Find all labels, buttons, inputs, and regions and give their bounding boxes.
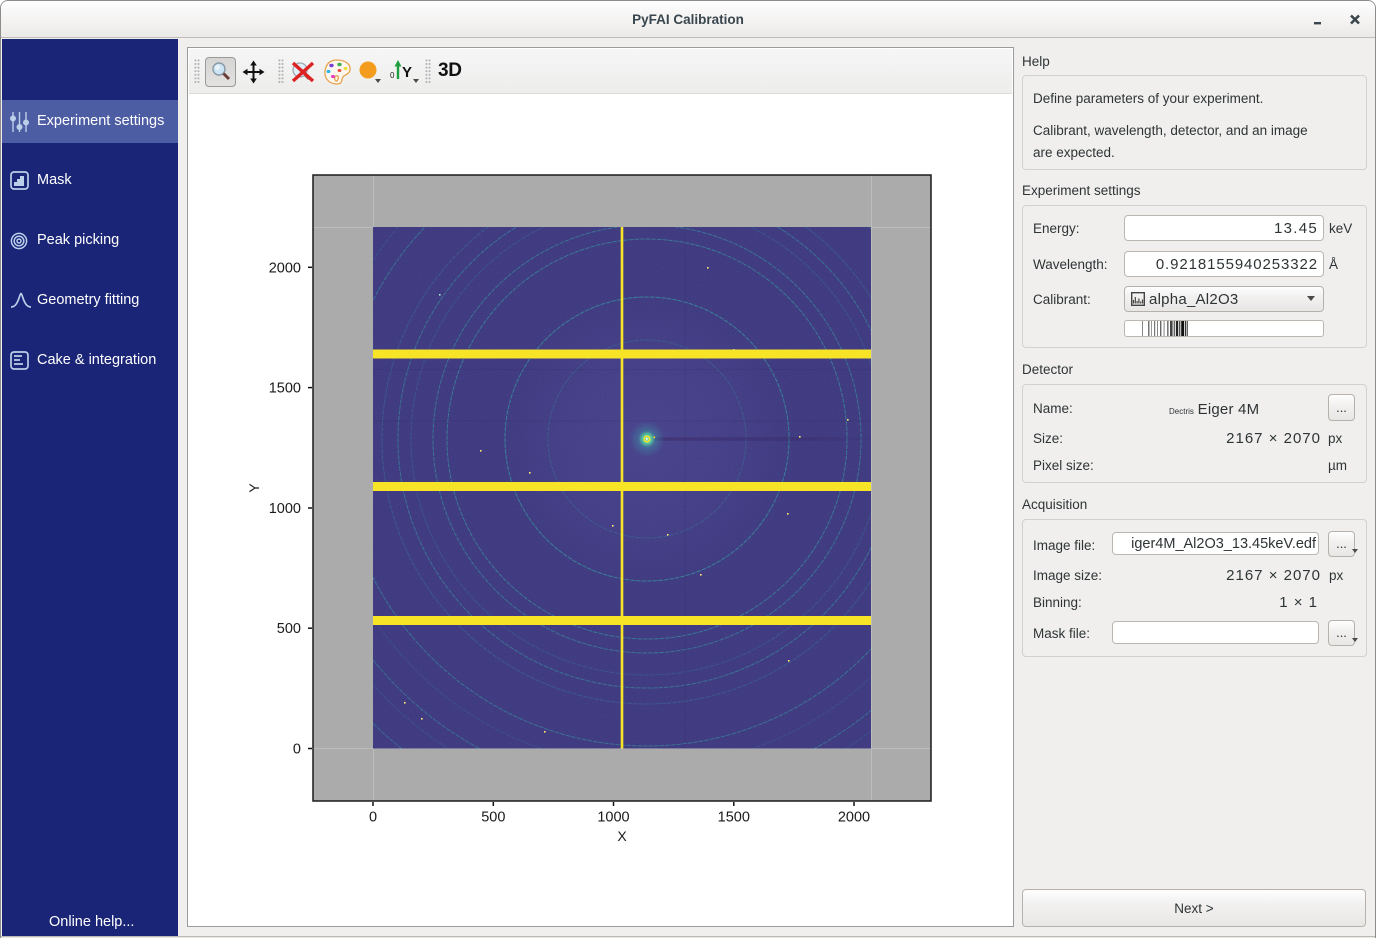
svg-text:1500: 1500 [718, 810, 750, 826]
svg-text:0: 0 [369, 810, 377, 826]
svg-text:1000: 1000 [269, 501, 301, 517]
svg-text:Y: Y [246, 483, 262, 493]
svg-text:2000: 2000 [269, 260, 301, 276]
svg-text:2000: 2000 [838, 810, 870, 826]
svg-text:1000: 1000 [597, 810, 629, 826]
svg-text:0: 0 [293, 742, 301, 758]
svg-text:X: X [617, 828, 627, 844]
svg-text:500: 500 [481, 810, 505, 826]
svg-text:1500: 1500 [269, 381, 301, 397]
svg-text:500: 500 [277, 621, 301, 637]
